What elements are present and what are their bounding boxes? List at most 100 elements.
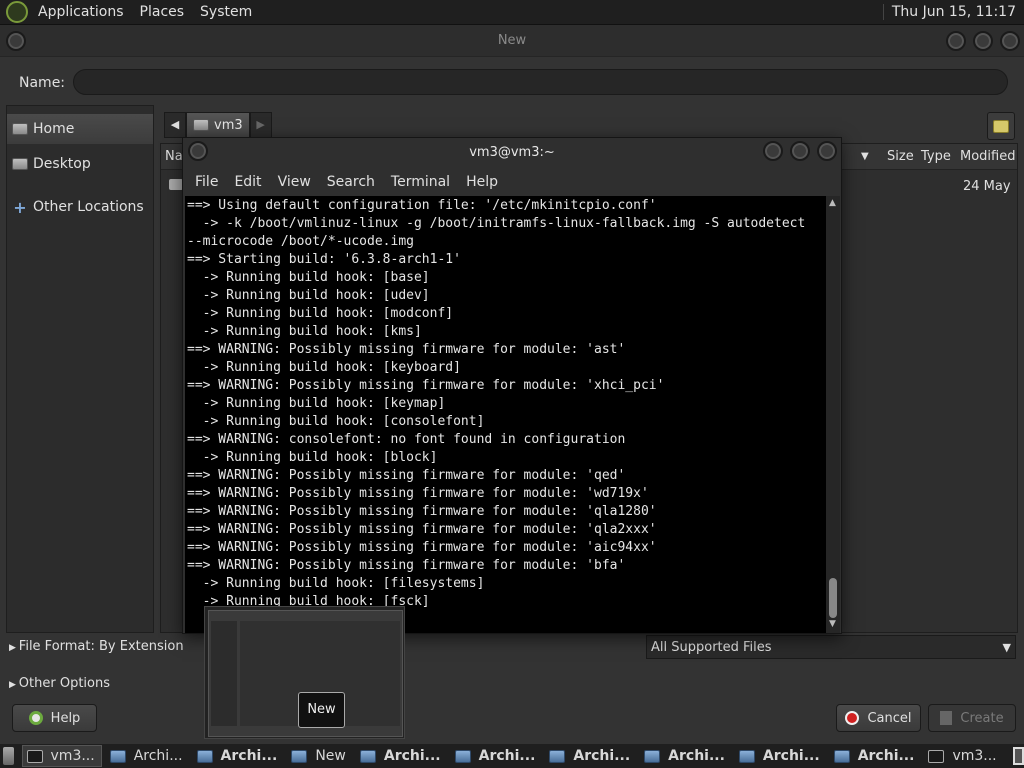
close-button[interactable] xyxy=(817,141,837,161)
minimize-button[interactable] xyxy=(763,141,783,161)
app-window-icon xyxy=(291,749,308,763)
app-window-icon xyxy=(738,749,755,763)
row-modified-date: 24 May xyxy=(963,179,1011,194)
terminal-line: -> Running build hook: [keyboard] xyxy=(187,360,461,375)
app-window-icon xyxy=(644,749,661,763)
terminal-line: -> -k /boot/vmlinuz-linux -g /boot/initr… xyxy=(187,216,806,231)
filter-value: All Supported Files xyxy=(651,639,772,655)
scroll-up-icon[interactable]: ▲ xyxy=(829,198,836,208)
taskbar-button[interactable]: Archi... xyxy=(545,745,636,767)
expander-arrow-icon: ▶ xyxy=(9,680,19,690)
maximize-button[interactable] xyxy=(973,31,993,51)
terminal-line: ==> WARNING: Possibly missing firmware f… xyxy=(187,558,626,573)
terminal-line: -> Running build hook: [block] xyxy=(187,450,438,465)
place-home[interactable]: Home xyxy=(7,114,153,144)
preview-sidebar xyxy=(211,621,237,726)
taskbar-button[interactable]: vm3... xyxy=(924,745,1002,767)
scrollbar-thumb[interactable] xyxy=(829,578,837,618)
menu-edit[interactable]: Edit xyxy=(226,174,269,190)
cancel-icon xyxy=(845,711,860,725)
app-window-icon xyxy=(109,749,126,763)
show-desktop-icon[interactable] xyxy=(3,747,14,765)
taskbar-button[interactable]: Archi... xyxy=(451,745,542,767)
cancel-label: Cancel xyxy=(867,710,912,726)
create-label: Create xyxy=(960,710,1004,726)
menu-search[interactable]: Search xyxy=(319,174,383,190)
distro-logo-icon[interactable] xyxy=(6,1,28,23)
column-size[interactable]: Size xyxy=(887,149,914,164)
taskbar-button-label: Archi... xyxy=(573,748,631,764)
name-label: Name: xyxy=(19,75,66,91)
terminal-line: ==> WARNING: Possibly missing firmware f… xyxy=(187,378,665,393)
menu-terminal[interactable]: Terminal xyxy=(383,174,458,190)
terminal-line: --microcode /boot/*-ucode.img xyxy=(187,234,414,249)
terminal-line: -> Running build hook: [consolefont] xyxy=(187,414,485,429)
taskbar-button-label: New xyxy=(315,748,346,764)
taskbar-button[interactable]: Archi... xyxy=(640,745,731,767)
app-window-icon xyxy=(833,749,850,763)
taskbar-button[interactable]: Archi... xyxy=(830,745,921,767)
taskbar-button[interactable]: Archi... xyxy=(356,745,447,767)
plus-icon: + xyxy=(13,197,27,217)
file-filter-select[interactable]: All Supported Files ▼ xyxy=(646,635,1016,659)
terminal-icon xyxy=(26,749,43,763)
column-type[interactable]: Type xyxy=(921,149,951,164)
create-button[interactable]: Create xyxy=(928,704,1016,732)
chevron-down-icon: ▼ xyxy=(1002,640,1011,654)
terminal-line: -> Running build hook: [base] xyxy=(187,270,430,285)
app-window-icon xyxy=(196,749,213,763)
help-button[interactable]: Help xyxy=(12,704,97,732)
menu-system[interactable]: System xyxy=(192,4,260,20)
place-home-label: Home xyxy=(33,121,75,137)
close-button[interactable] xyxy=(1000,31,1020,51)
terminal-line: ==> WARNING: Possibly missing firmware f… xyxy=(187,486,649,501)
place-desktop[interactable]: Desktop xyxy=(7,149,153,179)
taskbar-button-label: Archi... xyxy=(478,748,536,764)
dialog-titlebar[interactable]: New xyxy=(0,25,1024,57)
column-name[interactable]: Na xyxy=(165,149,183,164)
path-button-vm3[interactable]: vm3 xyxy=(186,112,250,138)
menu-file[interactable]: File xyxy=(187,174,226,190)
menu-places[interactable]: Places xyxy=(132,4,193,20)
app-window-icon xyxy=(549,749,566,763)
sort-arrow-icon[interactable]: ▼ xyxy=(861,151,869,162)
create-folder-button[interactable] xyxy=(987,112,1015,140)
taskbar-button-label: Archi... xyxy=(133,748,183,764)
terminal-title[interactable]: vm3@vm3:~ xyxy=(183,138,841,168)
menu-applications[interactable]: Applications xyxy=(30,4,132,20)
task-list: vm3... Archi... Archi... New Archi... Archi..… xyxy=(21,745,1007,767)
scroll-down-icon[interactable]: ▼ xyxy=(829,619,836,629)
clock[interactable]: Thu Jun 15, 11:17 xyxy=(882,4,1024,20)
terminal-scrollbar[interactable]: ▲ ▼ xyxy=(826,196,840,633)
terminal-output[interactable]: ==> Using default configuration file: '/… xyxy=(185,196,826,633)
taskbar-button[interactable]: vm3... xyxy=(21,745,102,767)
menu-help[interactable]: Help xyxy=(458,174,506,190)
taskbar-button[interactable]: Archi... xyxy=(193,745,284,767)
file-format-expander[interactable]: ▶ File Format: By Extension xyxy=(9,639,184,654)
taskbar-button[interactable]: New xyxy=(287,745,352,767)
new-folder-icon xyxy=(993,119,1009,133)
terminal-line: ==> WARNING: Possibly missing firmware f… xyxy=(187,522,657,537)
taskbar-button-label: Archi... xyxy=(857,748,915,764)
path-bar: ◀ vm3 ▶ xyxy=(164,112,272,138)
workspace-switcher[interactable] xyxy=(1012,747,1024,765)
taskbar-button[interactable]: Archi... xyxy=(735,745,826,767)
taskbar-button[interactable]: Archi... xyxy=(106,745,189,767)
window-menu-button[interactable] xyxy=(6,31,26,51)
path-forward-icon[interactable]: ▶ xyxy=(249,112,272,138)
terminal-line: ==> Starting build: '6.3.8-arch1-1' xyxy=(187,252,461,267)
taskbar-button-label: Archi... xyxy=(668,748,725,764)
cancel-button[interactable]: Cancel xyxy=(836,704,921,732)
home-folder-icon xyxy=(12,123,28,135)
terminal-line: -> Running build hook: [filesystems] xyxy=(187,576,485,591)
place-other-locations[interactable]: + Other Locations xyxy=(7,192,153,222)
other-options-expander[interactable]: ▶ Other Options xyxy=(9,676,110,691)
app-window-icon xyxy=(454,749,471,763)
name-input[interactable] xyxy=(73,69,1008,95)
maximize-button[interactable] xyxy=(790,141,810,161)
minimize-button[interactable] xyxy=(946,31,966,51)
file-format-label: File Format: By Extension xyxy=(18,639,184,654)
column-modified[interactable]: Modified xyxy=(960,149,1015,164)
menu-view[interactable]: View xyxy=(270,174,319,190)
path-back-icon[interactable]: ◀ xyxy=(164,112,186,138)
